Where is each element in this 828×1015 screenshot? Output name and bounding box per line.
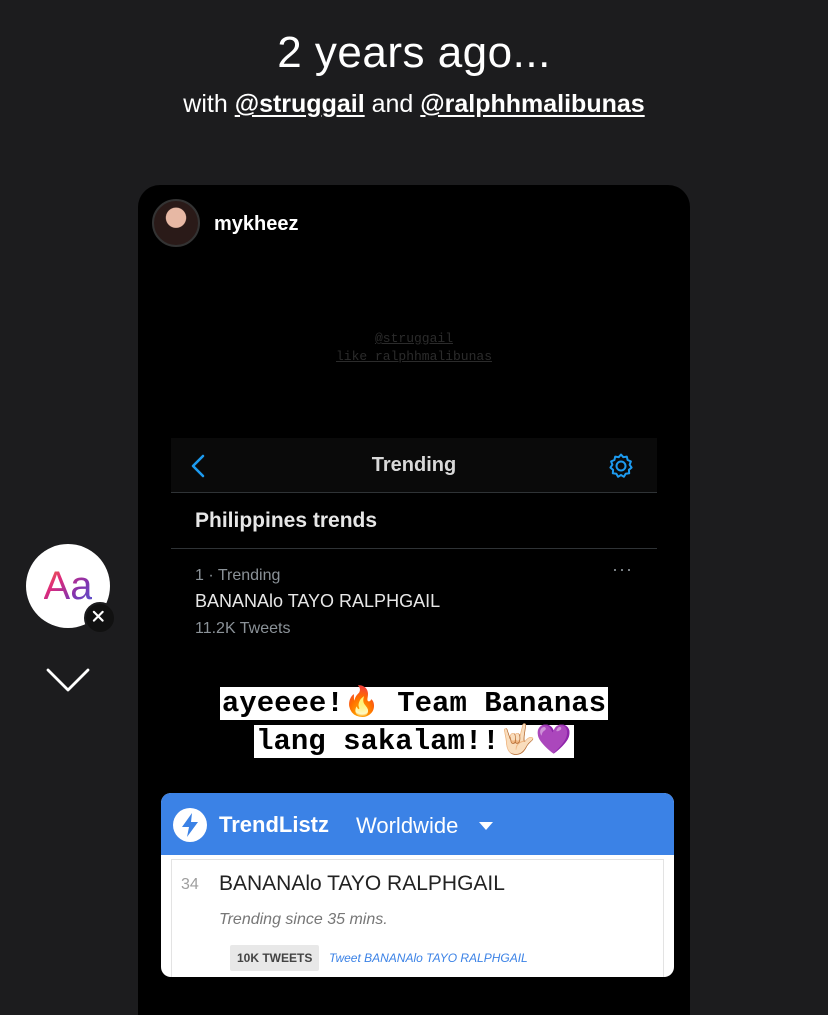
trend-meta: 1 · Trending <box>195 567 281 584</box>
username[interactable]: mykheez <box>214 213 299 236</box>
tweet-link: Tweet BANANAlo TAYO RALPHGAIL <box>329 951 528 965</box>
close-icon[interactable] <box>84 602 116 634</box>
region-selector: Worldwide <box>356 813 459 838</box>
faded-mention-2: like ralphhmalibunas <box>335 349 493 364</box>
mention-ralphhmalibunas[interactable]: @ralphhmalibunas <box>420 90 644 118</box>
story-caption[interactable]: ayeeee!🔥 Team Bananas lang sakalam!!🤟🏻💜 <box>138 685 690 761</box>
and-text: and <box>364 90 421 118</box>
trendlistz-screenshot: TrendListz Worldwide 34 BANANAlo TAYO RA… <box>161 793 674 977</box>
faded-mention-1: @struggail <box>374 331 453 346</box>
tweets-badge: 10K TWEETS <box>230 945 320 971</box>
memory-subtitle: with @struggail and @ralphhmalibunas <box>0 90 828 119</box>
trendlistz-header: TrendListz Worldwide <box>161 793 674 855</box>
shared-story-card[interactable]: mykheez @struggail like ralphhmalibunas … <box>138 185 690 1015</box>
twitter-trending-screenshot: Trending Philippines trends 1 · Trending… <box>171 438 657 650</box>
caret-down-icon <box>479 822 493 830</box>
trendlistz-entry: 34 BANANAlo TAYO RALPHGAIL Trending sinc… <box>171 859 664 977</box>
trend-tweet-count: 11.2K Tweets <box>195 620 291 637</box>
lightning-logo-icon <box>173 808 207 842</box>
more-icon: ··· <box>612 559 633 579</box>
gear-icon <box>609 453 633 478</box>
trending-nav-bar: Trending <box>171 438 657 493</box>
caption-line-1: ayeeee!🔥 Team Bananas <box>219 687 609 720</box>
trend-item: 1 · Trending BANANAlo TAYO RALPHGAIL 11.… <box>171 549 657 649</box>
chevron-down-icon[interactable] <box>45 666 91 694</box>
faded-mentions: @struggail like ralphhmalibunas <box>138 330 690 366</box>
avatar[interactable] <box>152 199 200 247</box>
memory-title: 2 years ago... <box>277 28 551 77</box>
trend-name: BANANAlo TAYO RALPHGAIL <box>219 872 505 895</box>
trends-region-heading: Philippines trends <box>171 493 657 549</box>
trendlistz-brand: TrendListz <box>219 812 330 837</box>
text-tool-label: Aa <box>43 564 93 608</box>
with-prefix: with <box>183 90 235 118</box>
trend-rank: 34 <box>181 876 199 893</box>
trending-title: Trending <box>371 454 457 476</box>
trend-duration: Trending since 35 mins. <box>219 911 388 928</box>
caption-line-2: lang sakalam!!🤟🏻💜 <box>254 725 574 758</box>
mention-struggail[interactable]: @struggail <box>235 90 365 118</box>
trend-name: BANANAlo TAYO RALPHGAIL <box>195 591 441 611</box>
